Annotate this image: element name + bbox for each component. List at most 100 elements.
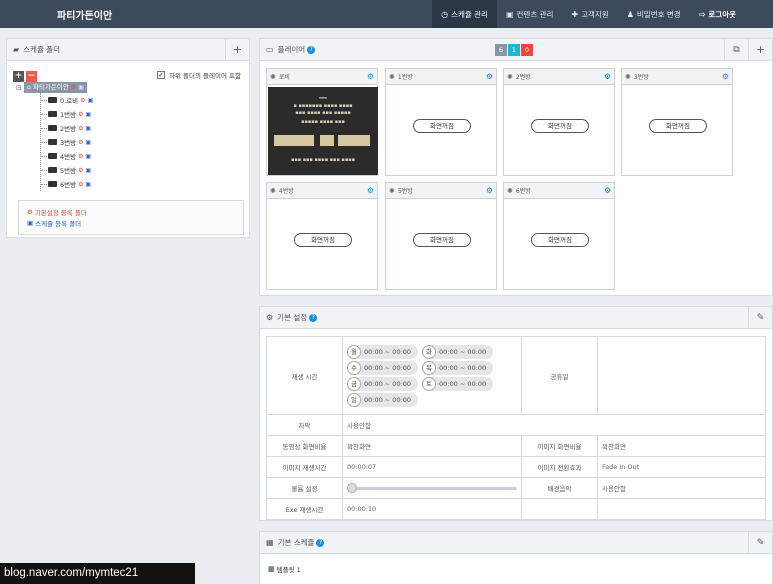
player-header: ✺ 로비 ⚙ — [267, 69, 377, 85]
nav-logout[interactable]: ⇨ 로그아웃 — [690, 0, 745, 28]
nav-label: 스케쥴 관리 — [451, 9, 488, 19]
day-time: 00:00 ~ 00:00 — [364, 395, 412, 404]
play-time-values: 월 00:00 ~ 00:00 화 00:00 ~ 00:00 수 00:00 ~ 0… — [342, 336, 522, 415]
android-icon: ✺ — [389, 186, 395, 195]
gear-icon[interactable]: ⚙ — [604, 72, 611, 81]
edit-schedule-button[interactable]: ✎ — [748, 532, 772, 553]
bgm-value: 사용안함 — [597, 477, 766, 499]
screen-off-button[interactable]: 화면꺼짐 — [413, 233, 471, 247]
tree-item-lobby[interactable]: 0.로비 ⚙ ▣ — [41, 93, 156, 107]
day-schedule-thu[interactable]: 목 00:00 ~ 00:00 — [422, 360, 494, 375]
image-ratio-label: 이미지 화면비율 — [521, 435, 598, 457]
tree-item-room-4[interactable]: 4번방 ⚙ ▣ — [41, 149, 156, 163]
day-schedule-tue[interactable]: 화 00:00 ~ 00:00 — [422, 344, 494, 359]
template-row[interactable]: ▦ 템플릿 1 — [268, 564, 301, 574]
day-time: 00:00 ~ 00:00 — [364, 379, 412, 388]
player-name: 1번방 — [397, 74, 413, 81]
day-label: 화 — [422, 344, 437, 359]
player-card-room-4[interactable]: ✺ 4번방 ⚙ 화면꺼짐 — [266, 182, 378, 290]
volume-knob[interactable] — [347, 483, 357, 493]
root-folder-label[interactable]: ⌂ 파티가든이안 ⚙ ▣ — [23, 82, 87, 93]
folder-icon — [48, 167, 57, 173]
config-folder-icon: ⚙ — [78, 152, 84, 160]
gear-icon[interactable]: ⚙ — [486, 72, 493, 81]
help-icon[interactable]: ? — [309, 313, 318, 322]
nav-customer-support[interactable]: ✚ 고객지원 — [562, 0, 617, 28]
calendar-icon: ▦ — [266, 538, 274, 547]
nav-content-management[interactable]: ▣ 컨텐츠 관리 — [497, 0, 562, 28]
tree-item-room-6[interactable]: 6번방 ⚙ ▣ — [41, 177, 156, 191]
expand-all-button[interactable]: + — [13, 71, 24, 82]
player-card-room-1[interactable]: ✺ 1번방 ⚙ 화면꺼짐 — [385, 68, 497, 176]
video-ratio-value: 꽉찬화면 — [342, 435, 522, 457]
gear-icon[interactable]: ⚙ — [722, 72, 729, 81]
android-icon: ✺ — [270, 72, 276, 81]
day-label: 수 — [347, 360, 361, 375]
tree-item-room-1[interactable]: 1번방 ⚙ ▣ — [41, 107, 156, 121]
gear-icon[interactable]: ⚙ — [604, 186, 611, 195]
nav-label: 비밀번호 변경 — [636, 9, 681, 19]
tree-item-room-2[interactable]: 2번방 ⚙ ▣ — [41, 121, 156, 135]
gear-icon[interactable]: ⚙ — [367, 186, 374, 195]
logout-icon: ⇨ — [698, 9, 706, 19]
day-label: 토 — [422, 376, 437, 391]
edit-settings-button[interactable]: ✎ — [748, 307, 772, 328]
day-label: 월 — [347, 344, 361, 359]
day-schedule-wed[interactable]: 수 00:00 ~ 00:00 — [347, 360, 419, 375]
volume-slider[interactable] — [347, 483, 517, 493]
schedule-folder-icon: ▣ — [78, 84, 84, 91]
include-subfolder-checkbox[interactable]: ✓ — [157, 71, 166, 79]
tree-item-room-3[interactable]: 3번방 ⚙ ▣ — [41, 135, 156, 149]
panel-title: 기본 스케쥴 — [277, 538, 315, 547]
screen-off-button[interactable]: 화면꺼짐 — [649, 119, 707, 133]
help-icon[interactable]: ? — [316, 538, 325, 547]
player-card-room-6[interactable]: ✺ 6번방 ⚙ 화면꺼짐 — [503, 182, 615, 290]
user-icon: ♟ — [626, 9, 634, 19]
support-icon: ✚ — [571, 9, 579, 19]
config-folder-icon: ⚙ — [78, 124, 84, 132]
collapse-all-button[interactable]: − — [26, 71, 37, 82]
day-schedule-sun[interactable]: 일 00:00 ~ 00:00 — [347, 392, 419, 407]
player-name: 6번방 — [515, 188, 531, 195]
android-icon: ✺ — [625, 72, 631, 81]
day-schedule-mon[interactable]: 월 00:00 ~ 00:00 — [347, 344, 419, 359]
nav-change-password[interactable]: ♟ 비밀번호 변경 — [618, 0, 690, 28]
badge-online[interactable]: 1 — [508, 44, 520, 56]
player-card-lobby[interactable]: ✺ 로비 ⚙ ▁▁ ▪ ▪▪▪▪▪▪▪ ▪▪▪▪ ▪▪▪▪ ▪▪▪ ▪▪▪▪ ▪▪▪… — [266, 68, 378, 176]
top-nav-menu: ◷ 스케쥴 관리 ▣ 컨텐츠 관리 ✚ 고객지원 ♟ 비밀번호 변경 ⇨ 로그아웃 — [432, 0, 745, 28]
basic-settings-panel: ⚙ 기본 설정 ? ✎ 재생 시간 월 00:00 ~ 00:00 화 00:00 … — [259, 306, 773, 521]
legend-schedule: ▣ 스케쥴 등록 폴더 — [27, 217, 235, 228]
nav-schedule-management[interactable]: ◷ 스케쥴 관리 — [432, 0, 497, 28]
brand-title[interactable]: 파티가든이안 — [57, 7, 112, 22]
tree-root[interactable]: ⊟ ⌂ 파티가든이안 ⚙ ▣ — [16, 82, 156, 93]
tree-item-room-5[interactable]: 5번방 ⚙ ▣ — [41, 163, 156, 177]
config-folder-icon: ⚙ — [78, 166, 84, 174]
screen-off-button[interactable]: 화면꺼짐 — [531, 233, 589, 247]
schedule-folder-icon: ▣ — [85, 180, 92, 188]
help-icon[interactable]: ? — [307, 45, 316, 54]
collapse-toggle-icon[interactable]: ⊟ — [16, 84, 22, 92]
day-time: 00:00 ~ 00:00 — [439, 379, 487, 388]
include-subfolder-toggle[interactable]: ✓ 하위 폴더의 플레이어 포함 — [157, 70, 241, 80]
day-schedule-fri[interactable]: 금 00:00 ~ 00:00 — [347, 376, 419, 391]
player-preview-thumbnail[interactable]: ▁▁ ▪ ▪▪▪▪▪▪▪ ▪▪▪▪ ▪▪▪▪ ▪▪▪ ▪▪▪▪ ▪▪▪ ▪▪▪▪… — [268, 87, 378, 175]
day-schedule-sat[interactable]: 토 00:00 ~ 00:00 — [422, 376, 494, 391]
gear-icon[interactable]: ⚙ — [486, 186, 493, 195]
add-player-button[interactable]: + — [748, 39, 772, 60]
screen-off-button[interactable]: 화면꺼짐 — [294, 233, 352, 247]
badge-total[interactable]: 6 — [495, 44, 507, 56]
screen-off-button[interactable]: 화면꺼짐 — [531, 119, 589, 133]
screen-off-button[interactable]: 화면꺼짐 — [413, 119, 471, 133]
folder-icon — [48, 97, 57, 103]
schedule-folder-icon: ▣ — [85, 124, 92, 132]
copy-player-button[interactable]: ⧉ — [724, 39, 748, 60]
player-card-room-2[interactable]: ✺ 2번방 ⚙ 화면꺼짐 — [503, 68, 615, 176]
android-icon: ✺ — [507, 72, 513, 81]
top-navbar: 파티가든이안 ◷ 스케쥴 관리 ▣ 컨텐츠 관리 ✚ 고객지원 ♟ 비밀번호 변경 ⇨ 로… — [0, 0, 773, 28]
gear-icon[interactable]: ⚙ — [367, 72, 374, 81]
player-card-room-5[interactable]: ✺ 5번방 ⚙ 화면꺼짐 — [385, 182, 497, 290]
badge-error[interactable]: 0 — [521, 44, 533, 56]
player-card-room-3[interactable]: ✺ 3번방 ⚙ 화면꺼짐 — [621, 68, 733, 176]
day-label: 일 — [347, 392, 361, 407]
add-folder-button[interactable]: + — [225, 39, 249, 60]
